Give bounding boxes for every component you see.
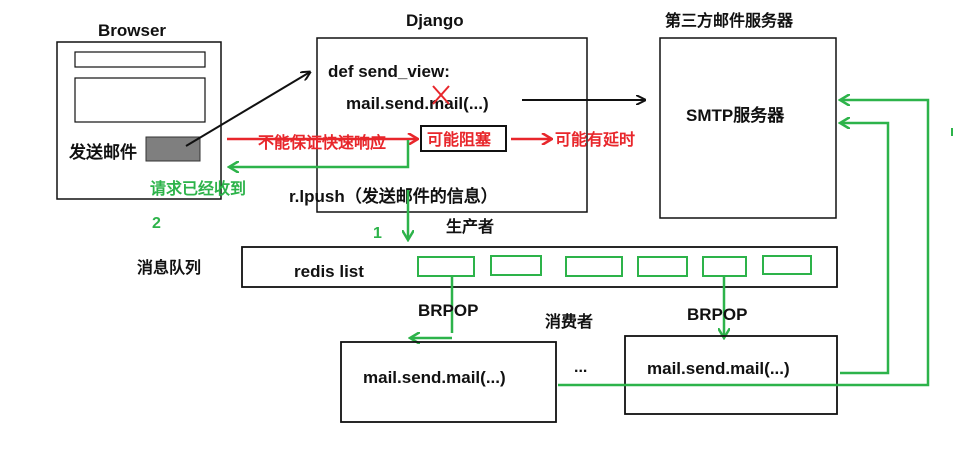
step-2-label: 2 [152,215,161,232]
may-delay-label: 可能有延时 [555,130,635,149]
queue-items [417,255,812,277]
django-title: Django [406,11,464,30]
browser-title: Browser [98,21,166,40]
smtp-box [659,37,837,219]
queue-item [490,255,542,276]
third-party-mail-title: 第三方邮件服务器 [665,11,794,30]
brpop-right-label: BRPOP [687,305,747,324]
browser-window [56,41,222,200]
browser-text-area [74,77,206,123]
step-1-label: 1 [373,225,382,242]
send-mail-label: 发送邮件 [68,142,137,162]
queue-item [702,256,747,277]
diagram-canvas: Browser 发送邮件 Django def send_view: mail.… [0,0,960,452]
worker-right-label: mail.send.mail(...) [647,359,790,378]
redis-list-label: redis list [294,262,364,281]
queue-item [565,256,623,277]
queue-item [637,256,688,277]
diagram-svg: Browser 发送邮件 Django def send_view: mail.… [56,11,953,423]
may-block-label: 可能阻塞 [427,130,492,149]
django-def-line: def send_view: [328,62,450,81]
queue-item [417,256,475,277]
message-queue-label: 消息队列 [137,258,201,277]
brpop-left-label: BRPOP [418,301,478,320]
cannot-guarantee-label: 不能保证快速响应 [258,133,386,152]
request-received-label: 请求已经收到 [150,179,246,198]
smtp-label: SMTP服务器 [686,105,785,125]
queue-item [762,255,812,275]
browser-address-bar [74,51,206,68]
consumer-label: 消费者 [545,312,593,331]
django-call-line: mail.send.mail(...) [346,94,489,113]
ellipsis-label: ... [574,359,587,376]
lpush-line: r.lpush（发送邮件的信息） [289,186,498,206]
send-mail-button[interactable] [145,136,201,162]
worker-left-label: mail.send.mail(...) [363,368,506,387]
worker-right-to-smtp-arrow [840,123,890,375]
producer-label: 生产者 [446,217,494,236]
